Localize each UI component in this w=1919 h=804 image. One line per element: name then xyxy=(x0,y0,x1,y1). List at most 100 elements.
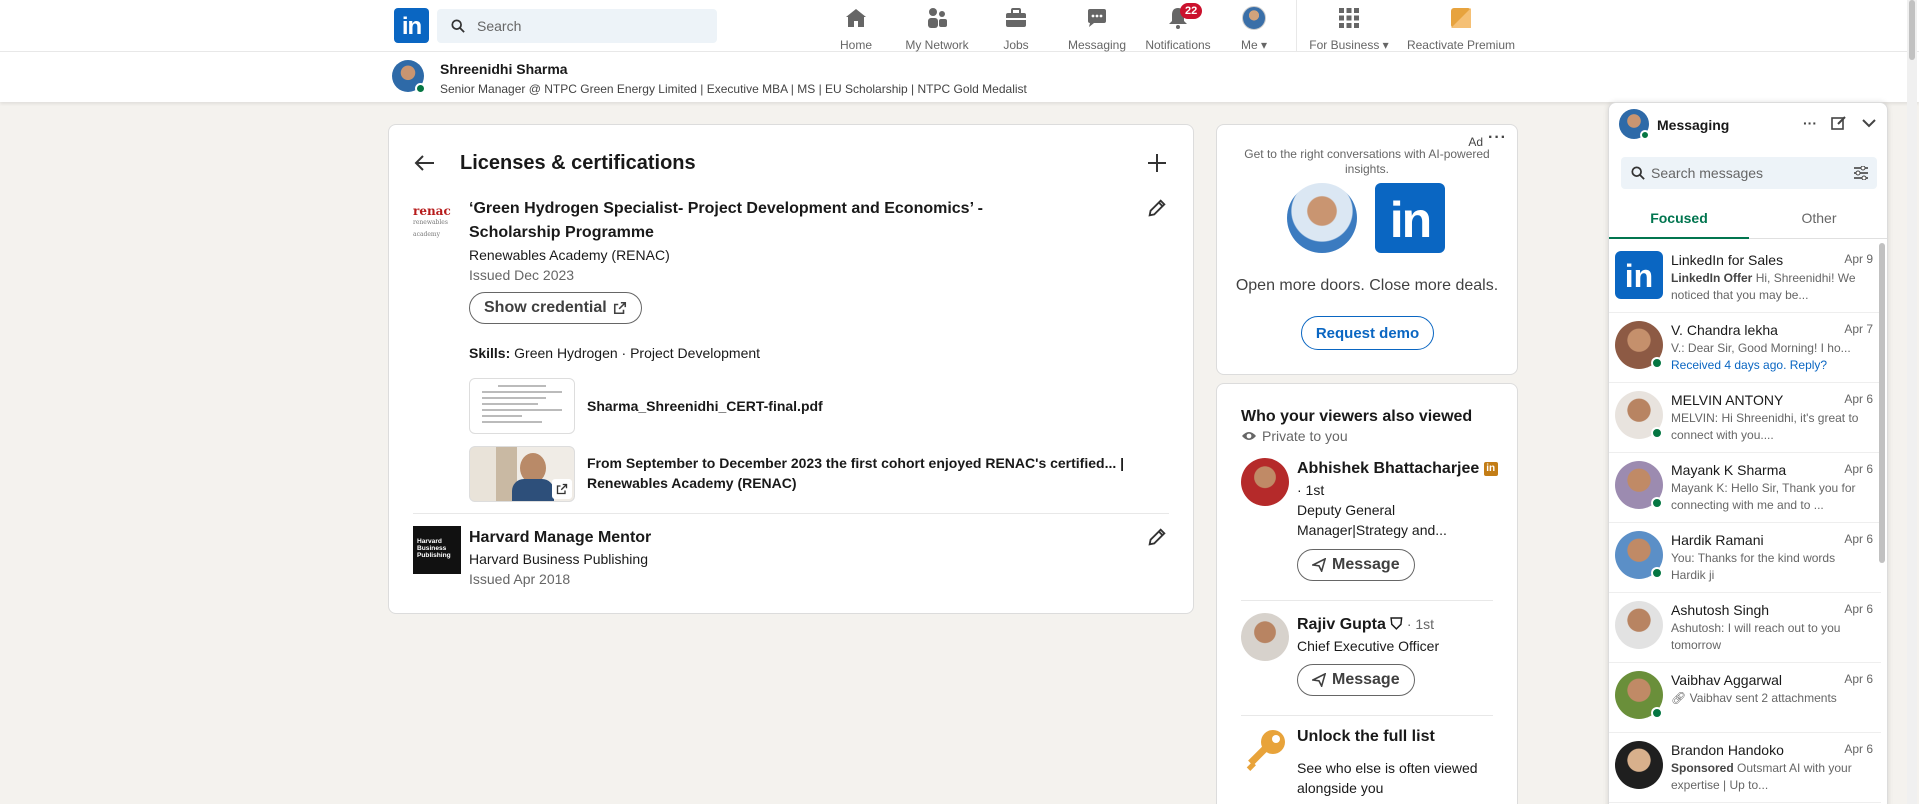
messages-search-input[interactable]: Search messages xyxy=(1621,157,1877,189)
external-link-icon xyxy=(613,301,626,315)
send-icon xyxy=(1312,558,1326,572)
divider xyxy=(1241,600,1493,601)
pdf-media-label[interactable]: Sharma_Shreenidhi_CERT-final.pdf xyxy=(587,396,823,416)
person-headline: Chief Executive Officer xyxy=(1297,638,1440,654)
search-icon xyxy=(451,19,465,33)
ad-card: Ad ··· Get to the right conversations wi… xyxy=(1216,124,1518,375)
profile-sticky-bar: Shreenidhi Sharma Senior Manager @ NTPC … xyxy=(0,52,1919,102)
attachment-icon: 🔗︎ xyxy=(1671,691,1687,705)
tab-focused[interactable]: Focused xyxy=(1609,199,1749,239)
eye-icon xyxy=(1242,432,1256,440)
avatar xyxy=(1615,601,1663,649)
nav-jobs[interactable]: Jobs xyxy=(996,6,1036,52)
cert-issued-date: Issued Apr 2018 xyxy=(469,571,571,587)
conversation-item[interactable]: Mayank K Sharma Apr 6 Mayank K: Hello Si… xyxy=(1609,453,1881,523)
request-demo-button[interactable]: Request demo xyxy=(1301,316,1434,350)
licenses-card: Licenses & certifications renac renewabl… xyxy=(388,124,1194,614)
pdf-thumbnail[interactable] xyxy=(469,378,575,434)
search-icon xyxy=(1631,166,1645,180)
chevron-down-icon[interactable] xyxy=(1861,115,1877,131)
message-button[interactable]: Message xyxy=(1297,664,1415,696)
page-title: Licenses & certifications xyxy=(460,152,696,174)
nav-my-network[interactable]: My Network xyxy=(900,6,974,52)
premium-icon xyxy=(1451,8,1471,28)
nav-for-business[interactable]: For Business ▾ xyxy=(1306,6,1392,52)
key-icon xyxy=(1246,730,1285,771)
network-icon xyxy=(928,8,947,28)
more-options-icon[interactable]: ··· xyxy=(1803,115,1817,131)
avatar[interactable] xyxy=(1241,458,1289,506)
conversation-item[interactable]: Vaibhav Aggarwal Apr 6 🔗︎ Vaibhav sent 2… xyxy=(1609,663,1881,733)
search-input[interactable]: Search xyxy=(437,9,717,43)
external-link-icon xyxy=(556,483,568,495)
messaging-panel: Messaging ··· Search messages Focused Ot… xyxy=(1608,102,1888,804)
divider xyxy=(413,513,1169,514)
profile-avatar[interactable] xyxy=(392,60,426,94)
linkedin-logo[interactable]: in xyxy=(394,8,429,43)
avatar xyxy=(1619,109,1650,140)
more-options-icon[interactable]: ··· xyxy=(1488,129,1507,147)
show-credential-button[interactable]: Show credential xyxy=(469,292,642,324)
compose-icon[interactable] xyxy=(1831,115,1847,131)
tab-other[interactable]: Other xyxy=(1749,199,1889,239)
profile-name[interactable]: Shreenidhi Sharma xyxy=(440,61,568,77)
page-scrollbar-thumb[interactable] xyxy=(1909,0,1915,60)
avatar xyxy=(1242,6,1266,30)
person-name[interactable]: Abhishek Bhattacharjee in xyxy=(1297,458,1498,480)
cert-title: ‘Green Hydrogen Specialist- Project Deve… xyxy=(469,200,983,241)
conversation-item[interactable]: in LinkedIn for Sales Apr 9 LinkedIn Off… xyxy=(1609,243,1881,313)
divider xyxy=(1241,715,1493,716)
messaging-header[interactable]: Messaging ··· xyxy=(1609,103,1887,147)
verified-icon: ⛉ xyxy=(1390,616,1403,633)
notifications-badge: 22 xyxy=(1180,3,1203,19)
edit-pencil-icon[interactable] xyxy=(1146,197,1168,219)
renac-logo[interactable]: renac renewables academy xyxy=(413,205,461,253)
profile-headline: Senior Manager @ NTPC Green Energy Limit… xyxy=(440,82,1027,96)
unlock-subtitle: See who else is often viewed alongside y… xyxy=(1297,760,1478,796)
conversation-item[interactable]: MELVIN ANTONY Apr 6 MELVIN: Hi Shreenidh… xyxy=(1609,383,1881,453)
messaging-icon xyxy=(1088,9,1106,27)
section-title: Who your viewers also viewed xyxy=(1241,408,1473,425)
messaging-scrollbar[interactable] xyxy=(1879,243,1885,563)
top-nav: in Search Home My Network Jobs Messaging… xyxy=(0,0,1919,52)
nav-reactivate-premium[interactable]: Reactivate Premium xyxy=(1406,6,1516,52)
grid-icon xyxy=(1339,8,1359,28)
connection-degree: · 1st xyxy=(1297,482,1325,498)
nav-home[interactable]: Home xyxy=(834,6,878,52)
harvard-business-publishing-logo[interactable]: Harvard Business Publishing xyxy=(413,526,461,574)
nav-divider xyxy=(1296,0,1297,52)
online-indicator xyxy=(415,83,426,94)
avatar xyxy=(1615,741,1663,789)
ad-user-avatar xyxy=(1287,183,1357,253)
jobs-icon xyxy=(1006,8,1026,27)
messaging-tabs: Focused Other xyxy=(1609,199,1887,239)
conversation-item[interactable]: Brandon Handoko Apr 6 Sponsored Outsmart… xyxy=(1609,733,1881,803)
link-media-label[interactable]: From September to December 2023 the firs… xyxy=(587,453,1127,493)
person-name[interactable]: Rajiv Gupta ⛉ · 1st xyxy=(1297,613,1434,636)
linkedin-badge-icon: in xyxy=(1483,461,1498,476)
page-scrollbar[interactable] xyxy=(1907,0,1917,804)
nav-notifications[interactable]: 22 Notifications xyxy=(1142,3,1214,52)
cert-issuer: Renewables Academy (RENAC) xyxy=(469,247,670,263)
add-icon[interactable] xyxy=(1145,151,1169,175)
nav-messaging[interactable]: Messaging xyxy=(1067,6,1127,52)
cert-issued-date: Issued Dec 2023 xyxy=(469,267,575,283)
unlock-title[interactable]: Unlock the full list xyxy=(1297,728,1435,746)
linkedin-logo: in xyxy=(1615,251,1663,299)
photo-thumbnail[interactable] xyxy=(469,446,575,502)
person-headline: Deputy General Manager|Strategy and... xyxy=(1297,502,1447,538)
ad-text: Get to the right conversations with AI-p… xyxy=(1244,147,1490,176)
nav-me[interactable]: Me ▾ xyxy=(1236,6,1272,52)
conversation-item[interactable]: Hardik Ramani Apr 6 You: Thanks for the … xyxy=(1609,523,1881,593)
filter-icon[interactable] xyxy=(1853,166,1869,180)
private-note: Private to you xyxy=(1241,428,1348,444)
cert-skills: Skills: Green Hydrogen · Project Develop… xyxy=(469,345,761,361)
back-arrow-icon[interactable] xyxy=(413,151,437,175)
conversation-item[interactable]: V. Chandra lekha Apr 7 V.: Dear Sir, Goo… xyxy=(1609,313,1881,383)
avatar[interactable] xyxy=(1241,613,1289,661)
conversation-item[interactable]: Ashutosh Singh Apr 6 Ashutosh: I will re… xyxy=(1609,593,1881,663)
message-button[interactable]: Message xyxy=(1297,549,1415,581)
linkedin-ad-logo: in xyxy=(1375,183,1445,253)
send-icon xyxy=(1312,673,1326,687)
edit-pencil-icon[interactable] xyxy=(1146,526,1168,548)
